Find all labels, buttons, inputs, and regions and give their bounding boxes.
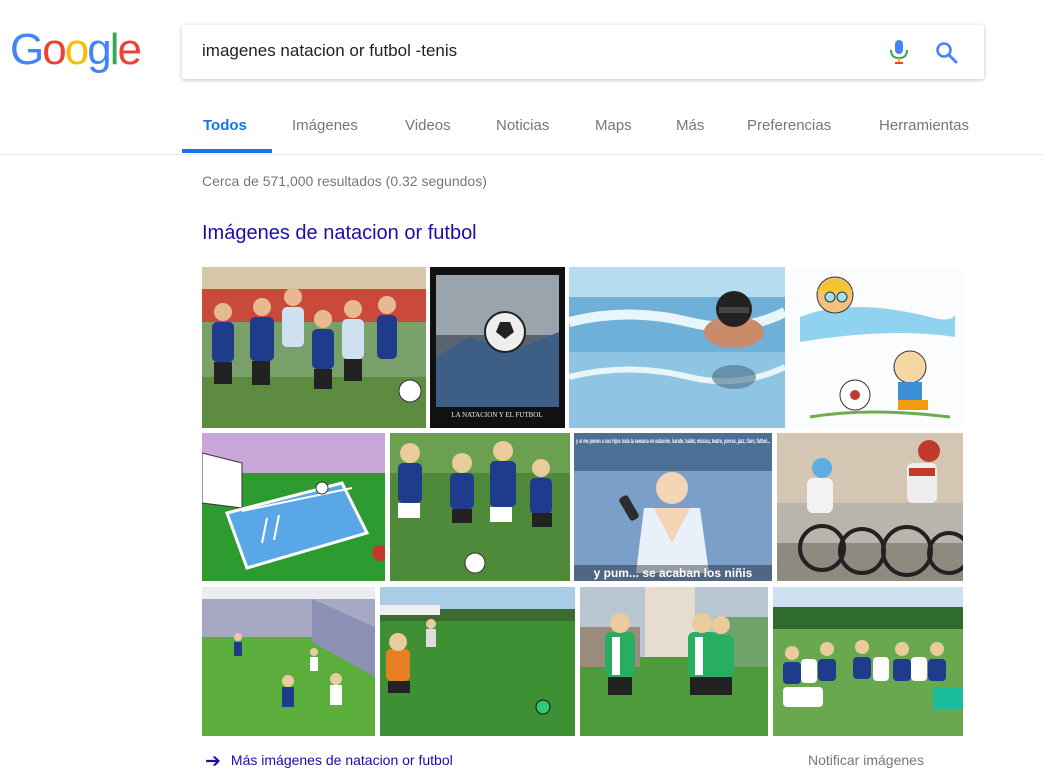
tab-noticias[interactable]: Noticias bbox=[496, 117, 549, 134]
image-thumbnail[interactable] bbox=[569, 267, 785, 428]
image-thumbnail[interactable] bbox=[580, 587, 768, 736]
active-tab-indicator bbox=[182, 149, 272, 153]
thumbnail-caption: LA NATACION Y EL FUTBOL bbox=[451, 411, 542, 419]
tab-imagenes[interactable]: Imágenes bbox=[292, 117, 358, 134]
tab-preferencias[interactable]: Preferencias bbox=[747, 117, 831, 134]
image-thumbnail[interactable] bbox=[202, 267, 426, 428]
more-images-label: Más imágenes de natacion or futbol bbox=[230, 752, 453, 768]
image-thumbnail[interactable] bbox=[390, 433, 570, 581]
image-thumbnail[interactable] bbox=[380, 587, 575, 736]
tab-mas[interactable]: Más bbox=[676, 117, 704, 134]
tab-maps[interactable]: Maps bbox=[595, 117, 632, 134]
logo-letter: o bbox=[42, 25, 67, 74]
tab-todos[interactable]: Todos bbox=[203, 117, 247, 134]
search-tabs: Todos Imágenes Videos Noticias Maps Más … bbox=[0, 98, 1043, 155]
search-icon[interactable] bbox=[934, 40, 960, 66]
logo-letter: G bbox=[10, 25, 44, 74]
report-images-link[interactable]: Notificar imágenes bbox=[808, 752, 924, 768]
image-thumbnail[interactable]: LA NATACION Y EL FUTBOL bbox=[430, 267, 565, 428]
image-thumbnail[interactable] bbox=[202, 433, 385, 581]
image-thumbnail[interactable]: y si me ponen a sus hijos toda la semana… bbox=[574, 433, 772, 581]
logo-letter: o bbox=[64, 25, 90, 74]
tab-herramientas[interactable]: Herramientas bbox=[879, 117, 969, 134]
more-images-link[interactable]: ➔ Más imágenes de natacion or futbol bbox=[205, 750, 453, 773]
search-input[interactable] bbox=[202, 39, 862, 63]
google-logo[interactable]: Google bbox=[10, 25, 142, 75]
image-thumbnail[interactable] bbox=[202, 587, 375, 736]
logo-letter: g bbox=[87, 25, 112, 74]
tab-videos[interactable]: Videos bbox=[405, 117, 451, 134]
logo-letter: e bbox=[117, 25, 142, 74]
result-stats: Cerca de 571,000 resultados (0.32 segund… bbox=[202, 173, 487, 189]
arrow-right-icon: ➔ bbox=[205, 751, 221, 772]
search-box bbox=[182, 25, 984, 79]
logo-letter: l bbox=[109, 25, 120, 74]
microphone-icon[interactable] bbox=[888, 39, 910, 65]
image-thumbnail[interactable] bbox=[777, 433, 963, 581]
thumbnail-caption: y pum... se acaban los niñis bbox=[594, 566, 753, 580]
thumbnail-caption: y si me ponen a sus hijos toda la semana… bbox=[576, 438, 770, 445]
images-section-title[interactable]: Imágenes de natacion or futbol bbox=[202, 222, 477, 245]
image-thumbnail[interactable] bbox=[790, 267, 963, 428]
image-thumbnail[interactable] bbox=[773, 587, 963, 736]
